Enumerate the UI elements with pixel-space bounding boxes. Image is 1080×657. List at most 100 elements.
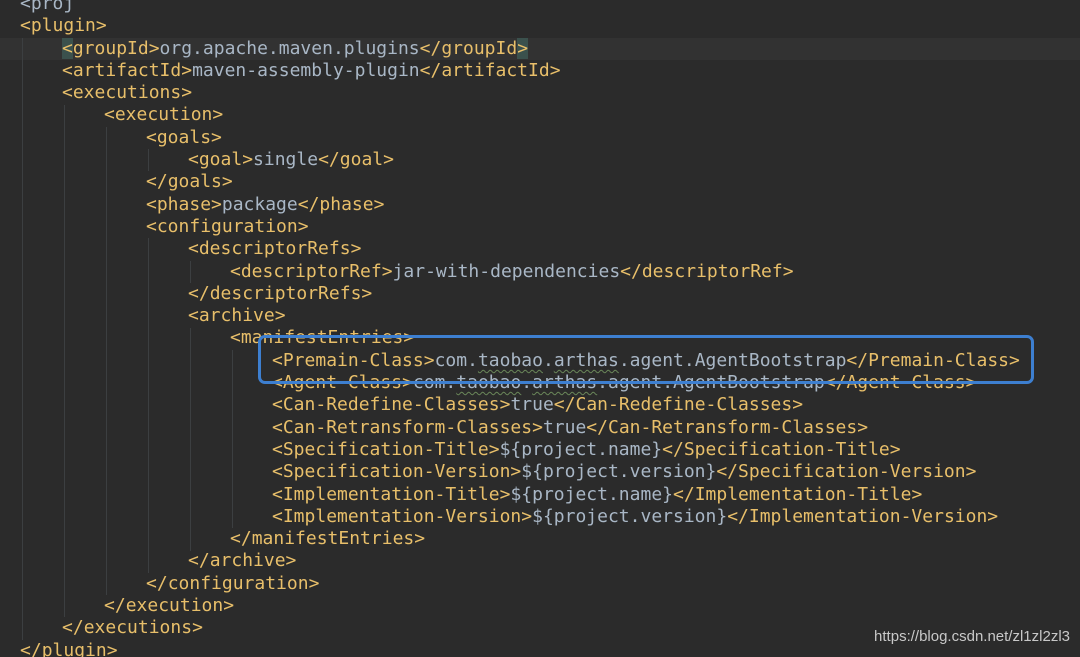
xml-tag-name: executions — [83, 617, 193, 639]
xml-bracket: </ — [104, 595, 126, 617]
code-line[interactable]: <descriptorRefs> — [0, 238, 1080, 260]
xml-bracket: </ — [188, 282, 210, 304]
code-line[interactable]: </descriptorRefs> — [0, 283, 1080, 305]
xml-bracket: > — [211, 126, 222, 148]
code-editor[interactable]: <proj <plugin> <groupId>org.apache.maven.p… — [0, 0, 1080, 657]
indent-guide — [190, 327, 191, 551]
xml-text: maven-assembly-plugin — [192, 59, 420, 81]
code-line[interactable]: <goal>single</goal> — [0, 149, 1080, 171]
xml-bracket: < — [230, 260, 241, 282]
code-line[interactable]: <phase>package</phase> — [0, 194, 1080, 216]
code-line[interactable]: <executions> — [0, 82, 1080, 104]
xml-tag-name: execution — [114, 104, 213, 126]
code-content[interactable]: <proj <plugin> <groupId>org.apache.maven.p… — [0, 0, 1080, 657]
xml-bracket: > — [373, 193, 385, 215]
code-line[interactable]: <Implementation-Title>${project.name}</I… — [0, 484, 1080, 506]
code-line[interactable]: </configuration> — [0, 573, 1080, 595]
code-line[interactable]: </goals> — [0, 171, 1080, 193]
xml-bracket: </ — [586, 416, 608, 438]
xml-bracket: > — [782, 260, 794, 282]
xml-text: arthas — [553, 349, 619, 371]
code-line[interactable]: <manifestEntries> — [0, 327, 1080, 349]
xml-bracket: > — [350, 238, 362, 260]
code-line[interactable]: <descriptorRef>jar-with-dependencies</de… — [0, 261, 1080, 283]
code-line[interactable]: <configuration> — [0, 216, 1080, 238]
xml-bracket: </ — [620, 260, 642, 282]
xml-bracket: < — [188, 305, 199, 327]
xml-text: single — [253, 149, 319, 171]
code-line[interactable]: <Specification-Version>${project.version… — [0, 461, 1080, 483]
xml-tag-name: Can-Retransform-Classes — [607, 416, 858, 438]
indent-guide — [106, 126, 107, 596]
xml-bracket: > — [242, 149, 254, 171]
code-line[interactable]: <proj — [0, 0, 1080, 15]
xml-bracket: < — [272, 349, 283, 371]
indent-guide — [148, 238, 149, 573]
code-line[interactable]: </execution> — [0, 595, 1080, 617]
xml-text: taobao — [456, 372, 522, 394]
xml-tag-name: groupId — [441, 37, 518, 59]
code-line[interactable]: <archive> — [0, 305, 1080, 327]
xml-bracket: > — [965, 372, 977, 394]
code-line[interactable]: <groupId>org.apache.maven.plugins</group… — [0, 37, 1080, 60]
xml-text: ${project.version} — [521, 461, 717, 483]
xml-tag-name: artifactId — [72, 59, 182, 81]
code-line[interactable]: <Can-Redefine-Classes>true</Can-Redefine… — [0, 394, 1080, 416]
xml-tag-name: Implementation-Version — [748, 505, 988, 527]
code-line[interactable]: <execution> — [0, 104, 1080, 126]
xml-bracket: > — [1009, 349, 1020, 371]
xml-tag-name: Agent-Class — [282, 372, 403, 394]
code-line[interactable]: <Agent-Class>com.taobao.arthas.agent.Age… — [0, 372, 1080, 394]
xml-tag-name: execution — [125, 595, 224, 617]
code-line[interactable]: </manifestEntries> — [0, 528, 1080, 550]
xml-tag-name: Specification-Title — [282, 438, 489, 460]
xml-tag-name: manifestEntries — [240, 327, 404, 349]
xml-bracket: < — [272, 372, 283, 394]
xml-bracket: </ — [553, 394, 576, 416]
xml-bracket: < — [146, 215, 157, 237]
xml-bracket: </ — [419, 37, 442, 59]
xml-bracket: > — [510, 461, 522, 483]
xml-tag-name: artifactId — [441, 59, 550, 81]
xml-bracket: > — [532, 416, 543, 438]
xml-bracket: > — [181, 59, 193, 81]
xml-tag-name: archive — [198, 305, 275, 327]
xml-text: . — [521, 372, 533, 394]
xml-tag-name: phase — [319, 193, 374, 215]
xml-tag-name: Implementation-Title — [282, 483, 500, 505]
indent-guide — [64, 104, 65, 618]
code-line[interactable]: <Implementation-Version>${project.versio… — [0, 506, 1080, 528]
xml-tag-name: goals — [156, 126, 212, 148]
xml-bracket: > — [521, 505, 533, 527]
xml-bracket: </ — [727, 505, 749, 527]
xml-bracket: > — [911, 483, 923, 505]
code-line[interactable]: <Specification-Title>${project.name}</Sp… — [0, 439, 1080, 461]
indent-guide — [190, 260, 191, 283]
xml-tag-name: archive — [209, 550, 286, 572]
xml-bracket: < — [272, 483, 283, 505]
xml-bracket: </ — [662, 438, 684, 460]
xml-bracket: </ — [62, 617, 84, 639]
watermark: https://blog.csdn.net/zl1zl2zl3 — [874, 628, 1070, 645]
code-line[interactable]: <Can-Retransform-Classes>true</Can-Retra… — [0, 417, 1080, 439]
xml-bracket: > — [148, 37, 160, 59]
code-line[interactable]: <goals> — [0, 127, 1080, 149]
xml-text: <proj — [20, 0, 75, 14]
xml-text: org.apache.maven.plugins — [159, 37, 420, 59]
xml-bracket: > — [381, 260, 393, 282]
code-line[interactable]: <Premain-Class>com.taobao.arthas.agent.A… — [0, 350, 1080, 372]
xml-bracket: < — [188, 238, 199, 260]
code-line[interactable]: <artifactId>maven-assembly-plugin</artif… — [0, 60, 1080, 82]
code-line[interactable]: </archive> — [0, 550, 1080, 572]
xml-tag-name: Specification-Version — [738, 461, 966, 483]
xml-text: com. — [412, 372, 457, 394]
xml-tag-name: plugin — [30, 15, 96, 37]
xml-bracket: > — [517, 37, 529, 59]
xml-tag-name: descriptorRefs — [198, 238, 351, 260]
code-line[interactable]: <plugin> — [0, 15, 1080, 37]
xml-text: taobao — [477, 349, 543, 371]
xml-bracket: > — [792, 394, 804, 416]
xml-bracket: > — [499, 394, 511, 416]
xml-bracket: > — [308, 572, 320, 594]
xml-bracket: </ — [230, 528, 252, 550]
